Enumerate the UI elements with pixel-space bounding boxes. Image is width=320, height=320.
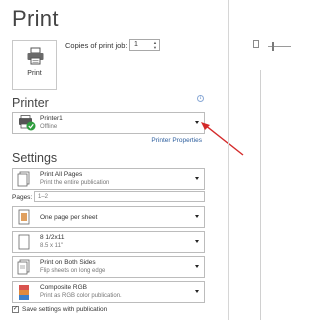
page-title: Print: [12, 6, 59, 31]
chevron-down-icon: [195, 290, 199, 293]
save-settings-checkbox[interactable]: ✓: [12, 306, 19, 313]
pages-per-sheet-dropdown[interactable]: One page per sheet: [12, 206, 205, 228]
pages-input[interactable]: 1–2: [34, 191, 205, 202]
preview-edge: [260, 70, 261, 320]
page-icon[interactable]: [253, 40, 259, 48]
print-button-label: Print: [27, 70, 42, 77]
printer-status-icon: [19, 115, 36, 131]
print-pages-sub: Print the entire publication: [40, 180, 110, 186]
page-layout-icon: [18, 209, 30, 225]
printer-properties-link[interactable]: Printer Properties: [151, 137, 202, 144]
printer-name: Printer1: [40, 115, 63, 122]
spin-arrows-icon[interactable]: ▲ ▼: [152, 40, 158, 50]
color-mode-dropdown[interactable]: Composite RGB Print as RGB color publica…: [12, 281, 205, 303]
paper-icon: [18, 234, 30, 250]
chevron-down-icon: [195, 215, 199, 218]
chevron-down-icon: [195, 265, 199, 268]
paper-sub: 8.5 x 11": [40, 243, 64, 249]
color-main: Composite RGB: [40, 284, 87, 291]
settings-section-title: Settings: [12, 151, 58, 165]
zoom-slider-handle[interactable]: [272, 42, 274, 51]
chevron-down-icon: [195, 240, 199, 243]
pages-stack-icon: [17, 171, 30, 187]
print-pages-dropdown[interactable]: Print All Pages Print the entire publica…: [12, 168, 205, 190]
printer-section-title: Printer: [12, 96, 49, 110]
printer-icon: [27, 47, 44, 65]
print-pages-main: Print All Pages: [40, 171, 83, 178]
annotation-arrow-icon: [201, 122, 244, 156]
duplex-sub: Flip sheets on long edge: [40, 268, 106, 274]
paper-main: 8 1/2x11: [40, 234, 65, 241]
copies-stepper[interactable]: 1 ▲ ▼: [129, 39, 160, 51]
duplex-main: Print on Both Sides: [40, 259, 96, 266]
duplex-dropdown[interactable]: Print on Both Sides Flip sheets on long …: [12, 256, 205, 278]
paper-size-dropdown[interactable]: 8 1/2x11 8.5 x 11": [12, 231, 205, 253]
save-settings-label: Save settings with publication: [22, 306, 108, 313]
pages-label: Pages:: [12, 194, 33, 201]
panel-divider: [228, 0, 229, 320]
copies-value: 1: [134, 41, 138, 48]
duplex-icon: [17, 259, 30, 275]
copies-label: Copies of print job:: [65, 41, 128, 50]
color-sub: Print as RGB color publication.: [40, 293, 122, 299]
info-icon[interactable]: i: [197, 95, 204, 102]
chevron-down-icon: [195, 177, 199, 180]
color-swatch-icon: [19, 285, 29, 300]
printer-status: Offline: [40, 124, 58, 130]
printer-dropdown[interactable]: Printer1 Offline: [12, 112, 205, 134]
print-button[interactable]: Print: [12, 40, 57, 90]
per-sheet-main: One page per sheet: [40, 214, 98, 221]
